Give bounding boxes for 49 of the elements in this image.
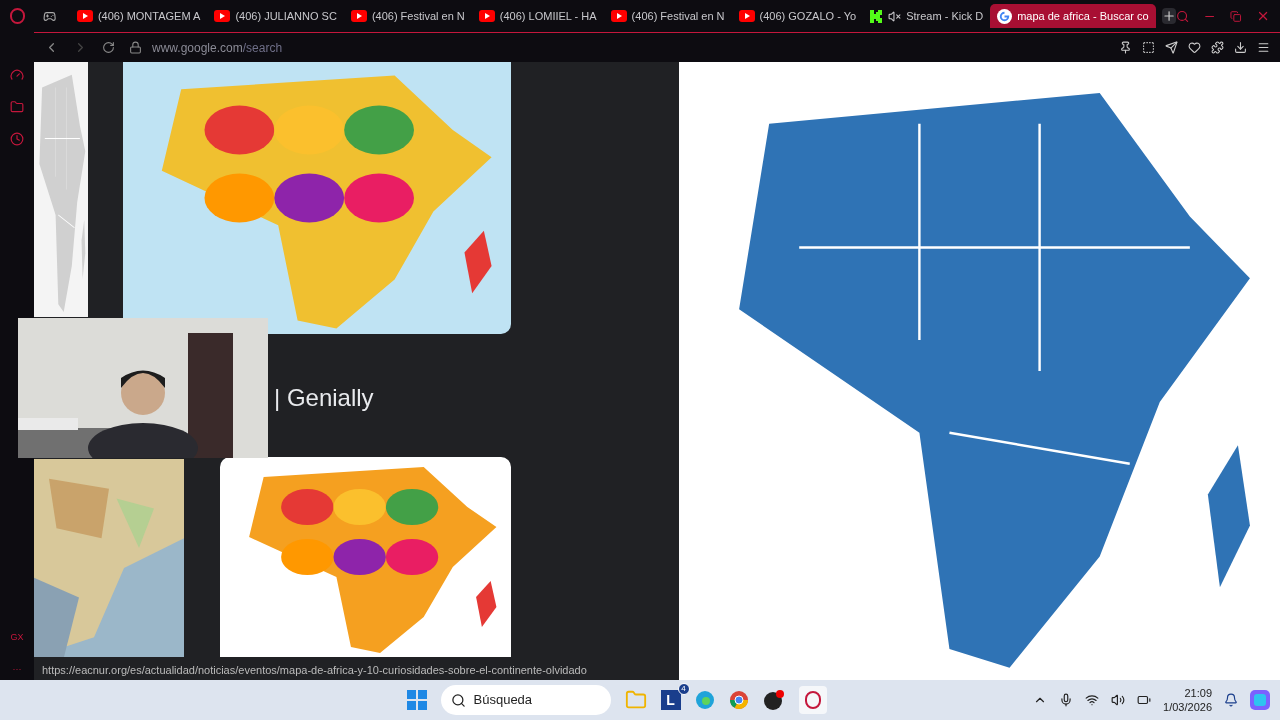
snapshot-icon[interactable]	[1142, 41, 1155, 54]
browser-tab[interactable]: (406) LOMIIEL - HA	[471, 4, 604, 28]
notification-icon[interactable]	[1224, 693, 1238, 707]
wifi-icon[interactable]	[1085, 693, 1100, 707]
download-icon[interactable]	[1234, 41, 1247, 54]
taskbar-search-field[interactable]: Búsqueda	[440, 685, 611, 715]
send-icon[interactable]	[1165, 41, 1178, 54]
browser-tab[interactable]: (406) Festival en N	[603, 4, 732, 28]
microphone-icon[interactable]	[1059, 693, 1074, 707]
battery-icon[interactable]	[1137, 693, 1152, 707]
browser-tab[interactable]: mapa de africa - Buscar co	[990, 4, 1156, 28]
video-play-icon	[610, 10, 627, 22]
extensions-icon[interactable]	[1211, 41, 1224, 54]
copilot-icon[interactable]	[1250, 690, 1270, 710]
address-field[interactable]: www.google.com/search	[152, 38, 283, 57]
volume-icon[interactable]	[1111, 693, 1126, 707]
clock[interactable]: 21:09 1/03/2026	[1163, 686, 1212, 714]
muted-icon[interactable]	[888, 9, 902, 23]
restore-icon[interactable]	[1230, 9, 1242, 23]
browser-tab[interactable]: (406) Festival en N	[343, 4, 472, 28]
pin-icon[interactable]	[1119, 41, 1132, 54]
result-caption[interactable]: | Genially	[274, 380, 374, 416]
browser-logo-icon[interactable]	[10, 8, 25, 24]
browser-tab[interactable]: Stream - Kick D	[863, 4, 991, 28]
g-logo-icon	[997, 8, 1013, 24]
folder-icon[interactable]	[10, 100, 24, 114]
browser-tab[interactable]: (406) GOZALO - Yo	[731, 4, 864, 28]
k-logo-icon	[870, 9, 884, 23]
reload-icon[interactable]	[102, 41, 115, 54]
app-icon[interactable]: L	[660, 690, 681, 710]
browser-tab[interactable]: (406) MONTAGEM A	[69, 4, 208, 28]
menu-icon[interactable]	[1257, 41, 1270, 54]
video-play-icon	[76, 10, 93, 22]
chrome-icon[interactable]	[728, 690, 749, 710]
search-icon[interactable]	[1175, 8, 1190, 24]
video-play-icon	[478, 10, 495, 22]
start-icon[interactable]	[406, 690, 427, 710]
video-play-icon	[738, 10, 755, 22]
heart-icon[interactable]	[1188, 41, 1201, 54]
notification-badge: 4	[677, 683, 690, 695]
video-play-icon	[214, 10, 231, 22]
browser-tab[interactable]: (406) JULIANNO SC	[207, 4, 344, 28]
new-tab-icon[interactable]	[1161, 8, 1176, 24]
status-url: https://eacnur.org/es/actualidad/noticias/eventos/mapa-de-africa-y-10-curiosidades-sobre-el-continente-olvidado	[42, 662, 587, 678]
search-icon	[450, 692, 466, 708]
speed-dial-icon[interactable]	[10, 68, 24, 82]
lock-icon[interactable]	[129, 41, 142, 54]
history-icon[interactable]	[10, 132, 24, 146]
video-play-icon	[350, 10, 367, 22]
